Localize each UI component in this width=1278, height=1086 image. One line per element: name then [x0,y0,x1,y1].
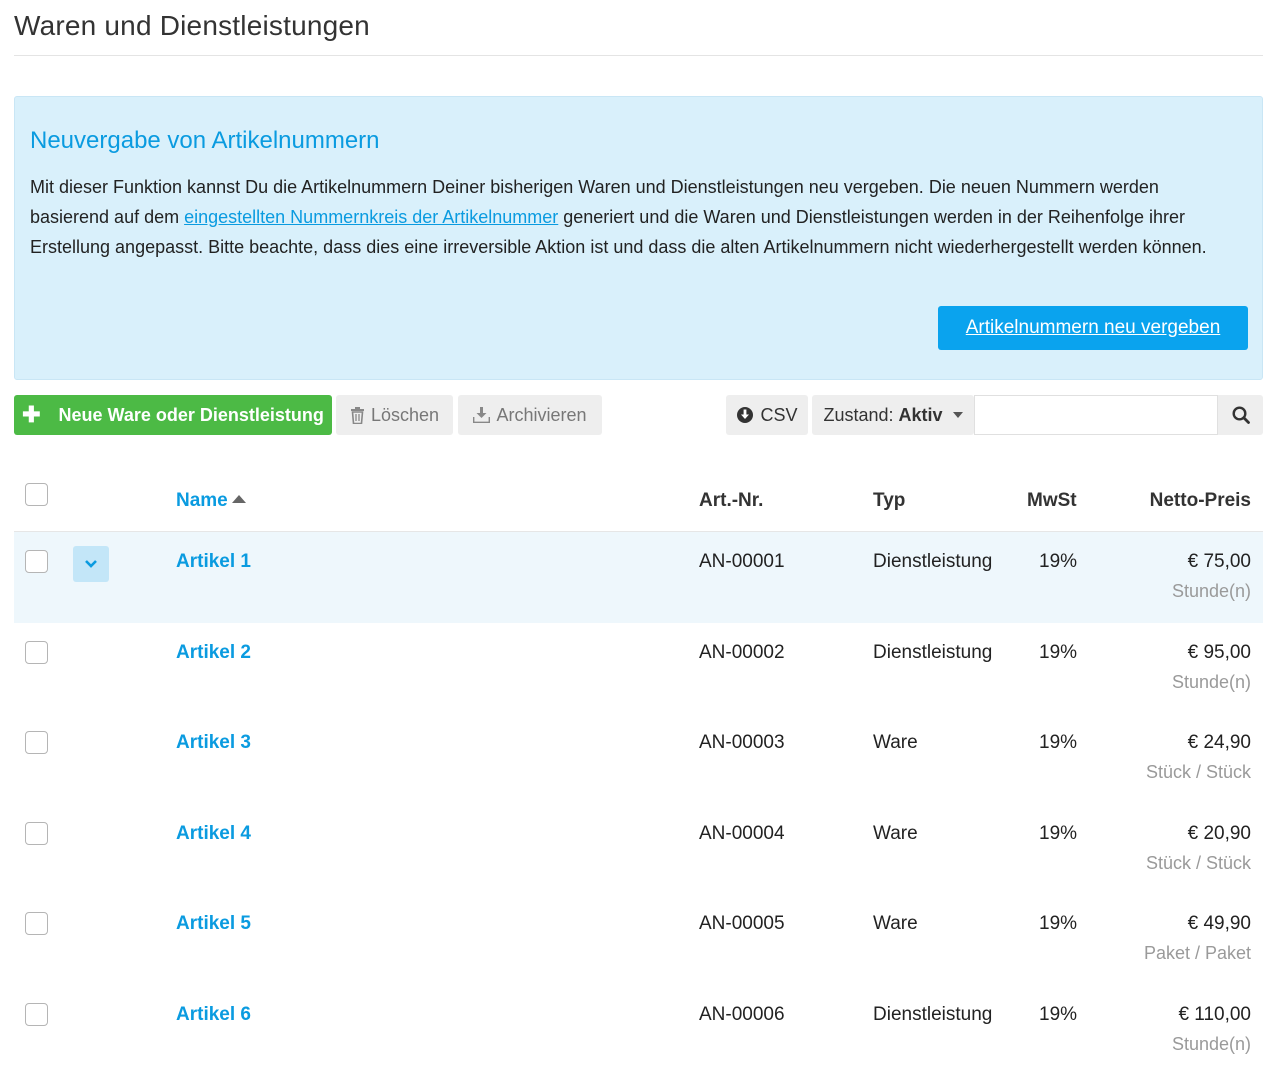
item-unit: Stück / Stück [1145,762,1251,783]
row-checkbox[interactable] [25,550,48,573]
chevron-down-icon [85,560,97,568]
table-row: Artikel 1 AN-00001 Dienstleistung 19% € … [14,532,1263,623]
trash-icon [350,406,364,424]
row-checkbox[interactable] [25,1002,48,1026]
item-vat: 19% [1039,551,1078,572]
item-vat: 19% [1039,641,1078,663]
table-row: Artikel 5 AN-00005 Ware 19% € 49,90 Pake… [14,894,1263,985]
download-tray-icon [473,407,491,423]
table-row: Artikel 2 AN-00002 Dienstleistung 19% € … [14,623,1263,714]
item-artnr: AN-00006 [699,1003,785,1025]
item-table-body: Artikel 1 AN-00001 Dienstleistung 19% € … [14,532,1263,1076]
item-net-price: € 95,00 [1187,641,1251,663]
item-net-price: € 49,90 [1187,913,1251,935]
info-box-text: Mit dieser Funktion kannst Du die Artike… [30,172,1230,262]
chevron-down-icon [952,412,963,418]
item-vat: 19% [1039,732,1078,754]
item-vat: 19% [1039,1003,1078,1025]
number-range-link[interactable]: eingestellten Nummernkreis der Artikelnu… [184,207,558,227]
column-header-artnr: Art.-Nr. [699,490,764,511]
item-type: Dienstleistung [873,1003,993,1025]
state-value: Aktiv [898,404,943,425]
search-button[interactable] [1218,395,1263,435]
csv-export-button[interactable]: CSV [726,395,808,435]
info-box-title: Neuvergabe von Artikelnummern [30,127,380,154]
csv-label: CSV [760,404,798,425]
download-circle-icon [737,407,754,423]
item-type: Dienstleistung [873,641,993,663]
item-artnr: AN-00002 [699,641,785,663]
column-header-typ: Typ [873,490,906,511]
item-artnr: AN-00001 [699,551,785,572]
delete-label: Löschen [370,404,440,425]
archive-label: Archivieren [496,404,587,425]
title-divider [14,55,1263,56]
item-name-link[interactable]: Artikel 6 [176,1004,251,1026]
sort-ascending-icon [231,495,246,503]
table-header: Name Art.-Nr. Typ MwSt Netto-Preis [14,470,1263,532]
column-name-label: Name [176,490,228,511]
state-prefix: Zustand: [823,404,894,425]
item-name-link[interactable]: Artikel 5 [176,913,251,935]
item-unit: Stück / Stück [1145,852,1251,873]
column-header-price: Netto-Preis [1149,490,1251,511]
item-type: Ware [873,732,918,754]
table-row: Artikel 3 AN-00003 Ware 19% € 24,90 Stüc… [14,713,1263,804]
item-unit: Paket / Paket [1143,943,1251,964]
table-row: Artikel 4 AN-00004 Ware 19% € 20,90 Stüc… [14,804,1263,895]
renumber-info-box: Neuvergabe von Artikelnummern Mit dieser… [14,96,1263,380]
item-unit: Stunde(n) [1171,581,1251,601]
item-vat: 19% [1039,822,1078,844]
delete-button[interactable]: Löschen [336,395,453,435]
item-net-price: € 75,00 [1187,551,1251,572]
search-icon [1231,406,1250,424]
item-type: Ware [873,822,918,844]
item-name-link[interactable]: Artikel 2 [176,642,251,664]
toolbar: ✚ Neue Ware oder Dienstleistung Löschen … [14,395,1263,435]
item-unit: Stunde(n) [1171,1033,1251,1054]
state-filter-label: Zustand: Aktiv [823,405,942,426]
item-type: Ware [873,913,918,935]
row-checkbox[interactable] [25,912,48,936]
column-header-mwst: MwSt [1027,490,1077,511]
new-item-button[interactable]: ✚ Neue Ware oder Dienstleistung [14,395,332,435]
select-all-checkbox[interactable] [25,483,48,506]
state-filter-dropdown[interactable]: Zustand: Aktiv [812,395,974,435]
renumber-articles-button[interactable]: Artikelnummern neu vergeben [938,306,1248,350]
item-net-price: € 110,00 [1178,1003,1251,1025]
page: Waren und Dienstleistungen Neuvergabe vo… [0,0,1278,1086]
item-net-price: € 24,90 [1187,732,1251,754]
row-checkbox[interactable] [25,821,48,845]
table-row: Artikel 6 AN-00006 Dienstleistung 19% € … [14,985,1263,1076]
search-input[interactable] [974,395,1218,435]
item-name-link[interactable]: Artikel 3 [176,732,251,754]
new-item-label: Neue Ware oder Dienstleistung [58,404,324,425]
item-name-link[interactable]: Artikel 1 [176,551,251,573]
row-expand-button[interactable] [73,546,109,582]
item-vat: 19% [1039,913,1078,935]
plus-icon: ✚ [22,402,41,427]
item-artnr: AN-00004 [699,822,785,844]
item-net-price: € 20,90 [1187,822,1251,844]
item-name-link[interactable]: Artikel 4 [176,823,251,845]
archive-button[interactable]: Archivieren [458,395,602,435]
item-artnr: AN-00003 [699,732,785,754]
column-header-name[interactable]: Name [176,490,246,512]
item-type: Dienstleistung [873,551,993,572]
item-unit: Stunde(n) [1171,671,1251,692]
page-title: Waren und Dienstleistungen [14,10,370,41]
item-artnr: AN-00005 [699,913,785,935]
row-checkbox[interactable] [25,731,48,755]
row-checkbox[interactable] [25,640,48,664]
